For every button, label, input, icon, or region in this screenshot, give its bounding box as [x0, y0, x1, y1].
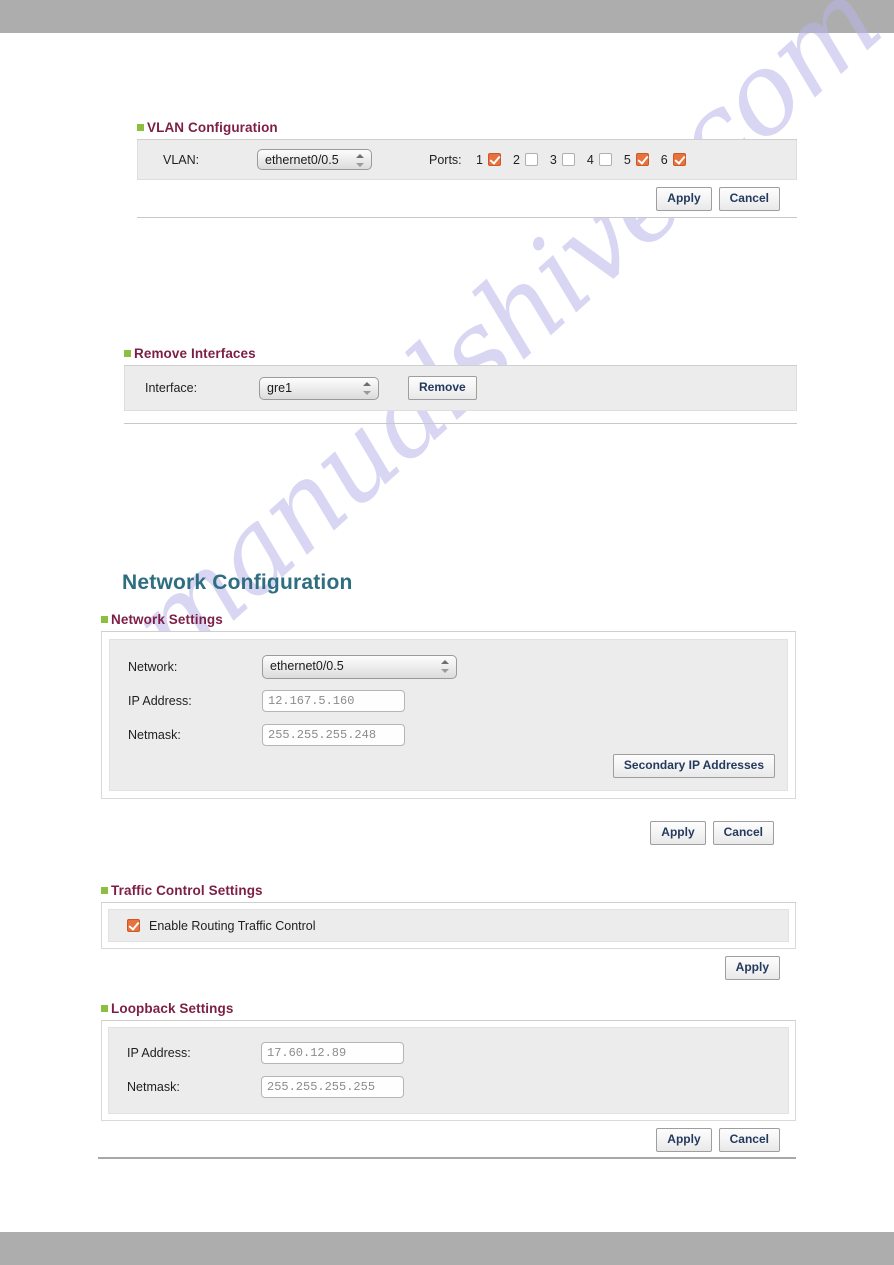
traffic-section-header: Traffic Control Settings [101, 883, 796, 903]
network-section-header: Network Settings [101, 612, 796, 632]
loopback-netmask-label: Netmask: [127, 1080, 180, 1094]
remove-section-header-label: Remove Interfaces [134, 346, 256, 361]
network-netmask-row: Netmask: [110, 718, 787, 752]
network-select[interactable]: ethernet0/0.5 [262, 655, 457, 679]
remove-button[interactable]: Remove [408, 376, 477, 400]
loopback-button-bar: Apply Cancel [101, 1121, 796, 1159]
loopback-ip-label: IP Address: [127, 1046, 191, 1060]
vlan-select-value: ethernet0/0.5 [265, 153, 339, 167]
traffic-button-bar: Apply [101, 949, 796, 987]
interface-select[interactable]: gre1 [259, 376, 379, 400]
network-netmask-input[interactable] [262, 724, 405, 746]
network-ip-input[interactable] [262, 690, 405, 712]
vlan-section-divider [137, 217, 797, 218]
loopback-settings-section: Loopback Settings IP Address: Netmask: A… [101, 1001, 796, 1159]
remove-panel: Interface: gre1 Remove [124, 366, 797, 411]
interface-row: Interface: gre1 Remove [125, 366, 796, 410]
port-3-checkbox[interactable] [561, 153, 575, 166]
port-1-number: 1 [476, 152, 483, 167]
vlan-section-header-label: VLAN Configuration [147, 120, 278, 135]
secondary-ip-button-row: Secondary IP Addresses [110, 752, 787, 782]
remove-button-wrap: Remove [408, 376, 477, 400]
page-title: Network Configuration [122, 571, 353, 594]
bottom-chrome-bar [0, 1232, 894, 1265]
vlan-cancel-button[interactable]: Cancel [718, 186, 780, 211]
secondary-ip-addresses-button[interactable]: Secondary IP Addresses [612, 754, 775, 778]
remove-section-header: Remove Interfaces [124, 346, 797, 366]
green-square-bullet-icon [137, 124, 144, 131]
port-4-number: 4 [586, 152, 594, 167]
port-6-checkbox[interactable] [672, 153, 686, 166]
network-ip-label: IP Address: [128, 694, 192, 708]
network-cancel-button[interactable]: Cancel [712, 821, 774, 845]
remove-interfaces-section: Remove Interfaces Interface: gre1 Remove [124, 346, 797, 424]
vlan-panel: VLAN: ethernet0/0.5 Ports: 1 2 3 4 5 6 [137, 140, 797, 180]
port-3-number: 3 [549, 152, 557, 167]
loopback-netmask-input[interactable] [261, 1076, 404, 1098]
page-bottom-rule [98, 1157, 796, 1159]
top-chrome-bar [0, 0, 894, 33]
traffic-apply-button[interactable]: Apply [724, 956, 780, 980]
port-4-checkbox[interactable] [598, 153, 612, 166]
network-outer-container: Network: ethernet0/0.5 IP Address: Netma… [101, 632, 796, 799]
page-content: VLAN Configuration VLAN: ethernet0/0.5 P… [0, 33, 894, 1232]
vlan-label: VLAN: [163, 152, 200, 167]
vlan-row: VLAN: ethernet0/0.5 Ports: 1 2 3 4 5 6 [138, 140, 796, 179]
enable-routing-traffic-control-label: Enable Routing Traffic Control [149, 918, 316, 933]
loopback-section-header: Loopback Settings [101, 1001, 796, 1021]
traffic-outer-container: Enable Routing Traffic Control [101, 903, 796, 949]
enable-routing-traffic-control-checkbox[interactable] [127, 919, 140, 932]
network-row: Network: ethernet0/0.5 [110, 650, 787, 684]
vlan-select[interactable]: ethernet0/0.5 [257, 149, 372, 170]
green-square-bullet-icon [101, 616, 108, 623]
port-1-checkbox[interactable] [487, 153, 501, 166]
vlan-configuration-section: VLAN Configuration VLAN: ethernet0/0.5 P… [137, 120, 797, 218]
loopback-cancel-button[interactable]: Cancel [718, 1128, 780, 1152]
network-ip-row: IP Address: [110, 684, 787, 718]
network-select-value: ethernet0/0.5 [270, 659, 344, 673]
remove-section-divider [124, 411, 797, 424]
vlan-apply-button[interactable]: Apply [656, 186, 712, 211]
vlan-button-bar: Apply Cancel [137, 180, 797, 217]
green-square-bullet-icon [124, 350, 131, 357]
loopback-panel: IP Address: Netmask: [108, 1027, 789, 1114]
network-label: Network: [128, 660, 178, 674]
port-2-number: 2 [512, 152, 520, 167]
port-5-checkbox[interactable] [635, 153, 649, 166]
traffic-panel: Enable Routing Traffic Control [108, 909, 789, 942]
traffic-section-header-label: Traffic Control Settings [111, 883, 263, 898]
port-5-number: 5 [623, 152, 631, 167]
network-section-header-label: Network Settings [111, 612, 223, 627]
network-button-bar: Apply Cancel [101, 821, 796, 845]
port-2-checkbox[interactable] [524, 153, 538, 166]
network-panel: Network: ethernet0/0.5 IP Address: Netma… [109, 639, 788, 791]
traffic-control-settings-section: Traffic Control Settings Enable Routing … [101, 883, 796, 987]
network-apply-button[interactable]: Apply [650, 821, 706, 845]
green-square-bullet-icon [101, 1005, 108, 1012]
interface-select-value: gre1 [267, 380, 293, 395]
loopback-section-header-label: Loopback Settings [111, 1001, 234, 1016]
spinner-arrows-icon [356, 153, 364, 168]
loopback-outer-container: IP Address: Netmask: [101, 1021, 796, 1121]
port-6-number: 6 [660, 152, 668, 167]
green-square-bullet-icon [101, 887, 108, 894]
network-settings-section: Network Settings Network: ethernet0/0.5 … [101, 612, 796, 845]
vlan-section-header: VLAN Configuration [137, 120, 797, 140]
spinner-arrows-icon [441, 659, 449, 674]
loopback-apply-button[interactable]: Apply [656, 1128, 712, 1152]
loopback-ip-input[interactable] [261, 1042, 404, 1064]
interface-label: Interface: [145, 381, 198, 395]
spinner-arrows-icon [363, 381, 371, 396]
ports-checkbox-group: 1 2 3 4 5 6 [476, 153, 686, 167]
loopback-ip-row: IP Address: [109, 1036, 788, 1070]
loopback-netmask-row: Netmask: [109, 1070, 788, 1104]
network-netmask-label: Netmask: [128, 728, 181, 742]
ports-label: Ports: [429, 152, 462, 167]
